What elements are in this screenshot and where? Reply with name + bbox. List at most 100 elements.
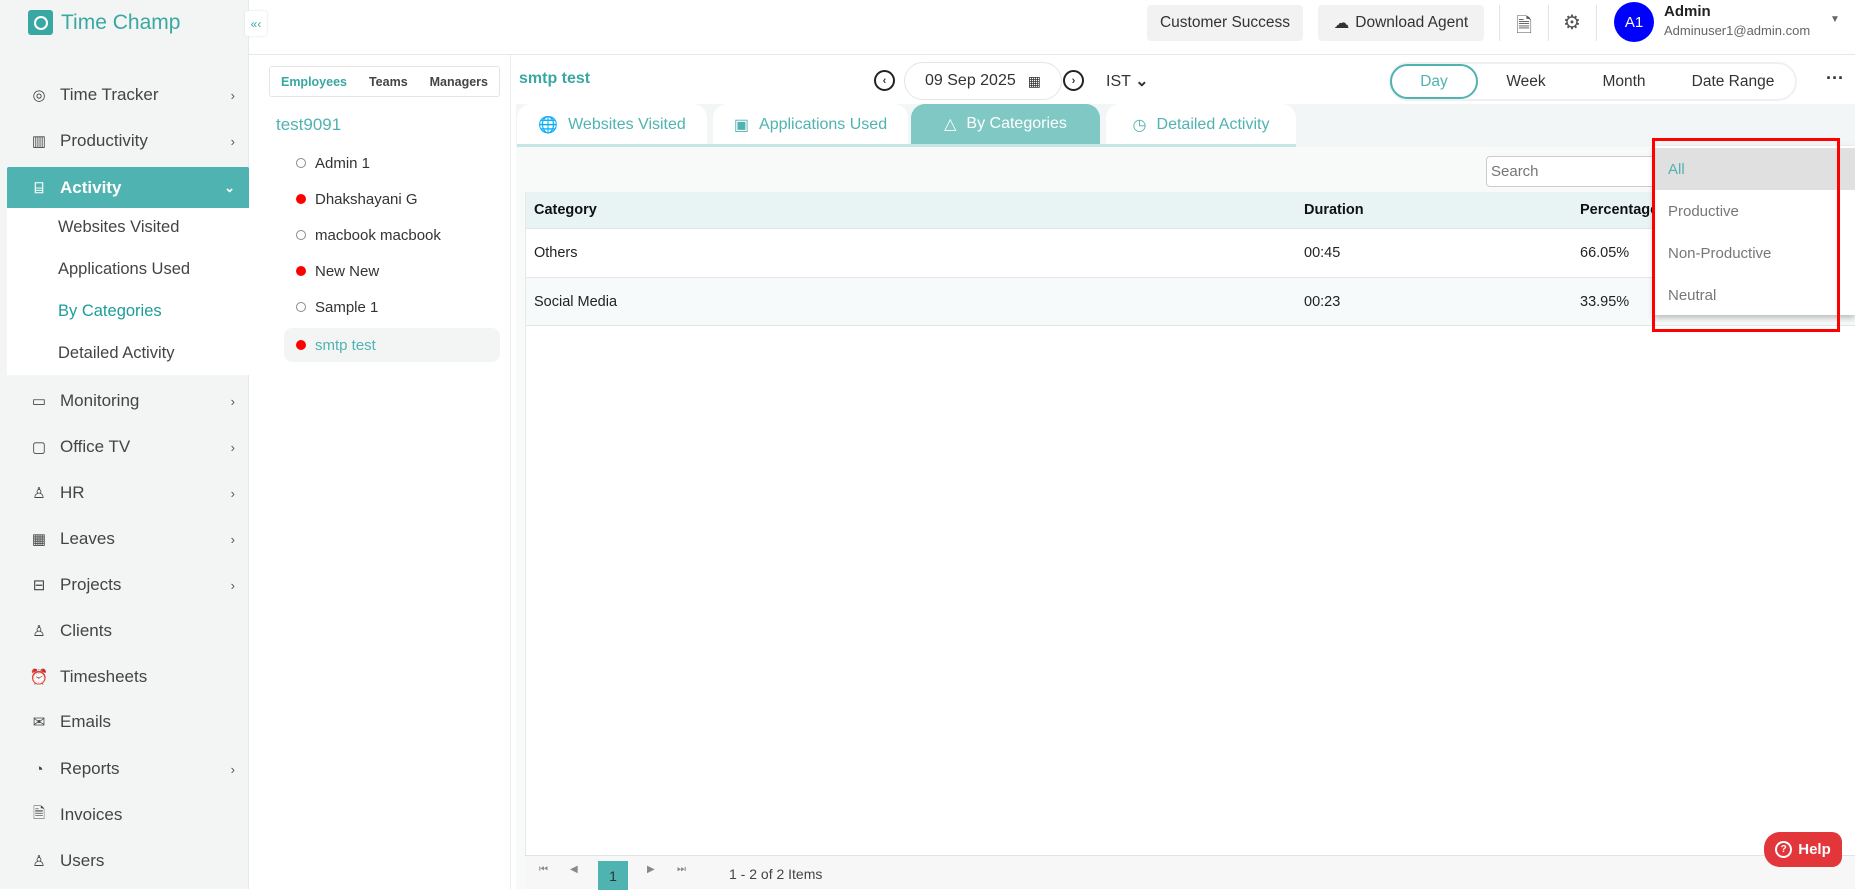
label: HR (60, 483, 85, 502)
help-button[interactable]: ? Help (1764, 832, 1842, 867)
submenu-by-categories[interactable]: By Categories (58, 302, 162, 321)
cell-percentage: 66.05% (1580, 245, 1630, 261)
sidebar-item-emails[interactable]: ✉ Emails (0, 701, 249, 743)
range-week[interactable]: Week (1478, 64, 1574, 99)
sidebar-item-timesheets[interactable]: ⏰ Timesheets (0, 656, 249, 698)
previous-date-button[interactable]: ‹ (874, 70, 895, 91)
range-day[interactable]: Day (1390, 64, 1478, 99)
customer-success-button[interactable]: Customer Success (1147, 5, 1303, 41)
first-page-icon[interactable]: ⏮ (539, 864, 548, 875)
employee-item[interactable]: Admin 1 (284, 146, 500, 180)
sidebar-item-reports[interactable]: ◔ Reports › (0, 748, 249, 790)
tab-applications-used[interactable]: ▣ Applications Used (713, 104, 908, 145)
monitor-icon: ▭ (31, 393, 47, 410)
sidebar-item-invoices[interactable]: 🗎 Invoices (0, 794, 249, 836)
range-month[interactable]: Month (1574, 64, 1674, 99)
divider (1499, 5, 1500, 41)
history-icon: ◷ (1132, 116, 1147, 134)
sidebar-item-productivity[interactable]: ▥ Productivity › (0, 120, 249, 162)
sidebar-item-leaves[interactable]: ▦ Leaves › (0, 518, 249, 560)
briefcase-icon: ⊟ (32, 577, 46, 594)
sidebar-item-office-tv[interactable]: ▢ Office TV › (0, 426, 249, 468)
label: Websites Visited (568, 115, 686, 133)
employee-item-selected[interactable]: smtp test (284, 328, 500, 362)
column-category[interactable]: Category (534, 202, 597, 218)
tv-icon: ▢ (31, 439, 47, 456)
page-number-button[interactable]: 1 (598, 861, 628, 890)
column-percentage[interactable]: Percentage (1580, 202, 1658, 218)
next-date-button[interactable]: › (1063, 70, 1084, 91)
more-options-icon[interactable]: ··· (1826, 68, 1844, 89)
collapse-sidebar-button[interactable]: «‹ (245, 11, 267, 36)
label: Monitoring (60, 391, 140, 410)
submenu-applications-used[interactable]: Applications Used (58, 260, 190, 279)
gear-icon[interactable]: ⚙ (1563, 10, 1581, 35)
status-offline-icon (296, 230, 306, 240)
group-name[interactable]: test9091 (276, 115, 341, 135)
cell-percentage: 33.95% (1580, 293, 1630, 310)
sidebar-item-monitoring[interactable]: ▭ Monitoring › (0, 380, 249, 422)
user-menu-caret-icon[interactable]: ▼ (1830, 14, 1840, 25)
employee-item[interactable]: Sample 1 (284, 290, 500, 324)
chevron-right-icon: › (230, 439, 235, 455)
next-page-icon[interactable]: ▶ (647, 864, 655, 875)
last-page-icon[interactable]: ⏭ (677, 864, 686, 875)
logo[interactable]: Time Champ (28, 10, 180, 35)
sidebar-item-users[interactable]: ♙ Users (0, 840, 249, 882)
ticket-icon: ⌸ (34, 179, 44, 197)
mail-icon: ✉ (32, 714, 46, 731)
employee-item[interactable]: New New (284, 254, 500, 288)
person-icon: ♙ (32, 485, 46, 502)
label: Timesheets (60, 667, 148, 686)
submenu-websites-visited[interactable]: Websites Visited (58, 218, 179, 237)
label: Emails (60, 712, 112, 731)
label: Activity (60, 178, 122, 197)
label: smtp test (315, 336, 376, 354)
status-offline-icon (296, 302, 306, 312)
employee-item[interactable]: macbook macbook (284, 218, 500, 252)
page-title: smtp test (519, 70, 591, 87)
previous-page-icon[interactable]: ◀ (570, 864, 578, 875)
avatar[interactable]: A1 (1614, 2, 1654, 42)
timezone-select[interactable]: IST ⌄ (1106, 71, 1148, 91)
status-online-icon (296, 266, 306, 276)
sidebar-item-hr[interactable]: ♙ HR › (0, 472, 249, 514)
divider (1596, 5, 1597, 41)
pagination-summary: 1 - 2 of 2 Items (729, 866, 823, 882)
pagination: ⏮ ◀ 1 ▶ ⏭ 1 - 2 of 2 Items (525, 855, 1855, 890)
chevron-down-icon: ⌄ (1135, 73, 1149, 90)
date-picker[interactable]: 09 Sep 2025 ▦ (904, 62, 1062, 100)
label: Users (60, 851, 105, 870)
label: Customer Success (1159, 14, 1291, 31)
column-duration[interactable]: Duration (1304, 202, 1364, 218)
tab-detailed-activity[interactable]: ◷ Detailed Activity (1106, 104, 1296, 145)
users-icon: ♙ (32, 853, 46, 870)
cell-category: Others (534, 245, 578, 261)
employee-item[interactable]: Dhakshayani G (284, 182, 500, 216)
sidebar-item-time-tracker[interactable]: ◎ Time Tracker › (0, 74, 249, 116)
chevron-right-icon: › (230, 87, 235, 103)
tab-teams[interactable]: Teams (369, 75, 408, 89)
submenu-detailed-activity[interactable]: Detailed Activity (58, 344, 174, 363)
invoice-icon: 🗎 (32, 804, 46, 822)
tab-by-categories[interactable]: △ By Categories (911, 104, 1100, 147)
label: Admin 1 (315, 154, 371, 172)
label: Detailed Activity (1156, 115, 1270, 133)
chevron-right-icon: › (230, 761, 235, 777)
label: macbook macbook (315, 226, 441, 244)
label: Leaves (60, 529, 115, 548)
sidebar-item-clients[interactable]: ♙ Clients (0, 610, 249, 652)
range-date-range[interactable]: Date Range (1674, 64, 1792, 99)
search-input[interactable] (1486, 156, 1660, 187)
tab-employees[interactable]: Employees (281, 75, 347, 89)
document-icon[interactable]: 🗎 (1516, 11, 1532, 45)
calendar-icon[interactable]: ▦ (1028, 73, 1041, 90)
tab-websites-visited[interactable]: 🌐 Websites Visited (517, 104, 707, 145)
sidebar-item-activity[interactable]: ⌸ Activity ⌄ (7, 167, 249, 209)
download-agent-button[interactable]: ☁ Download Agent (1318, 5, 1484, 41)
label: Invoices (60, 805, 123, 824)
sidebar-item-projects[interactable]: ⊟ Projects › (0, 564, 249, 606)
label: Office TV (60, 437, 131, 456)
tab-managers[interactable]: Managers (430, 75, 488, 89)
chevron-right-icon: › (230, 393, 235, 409)
